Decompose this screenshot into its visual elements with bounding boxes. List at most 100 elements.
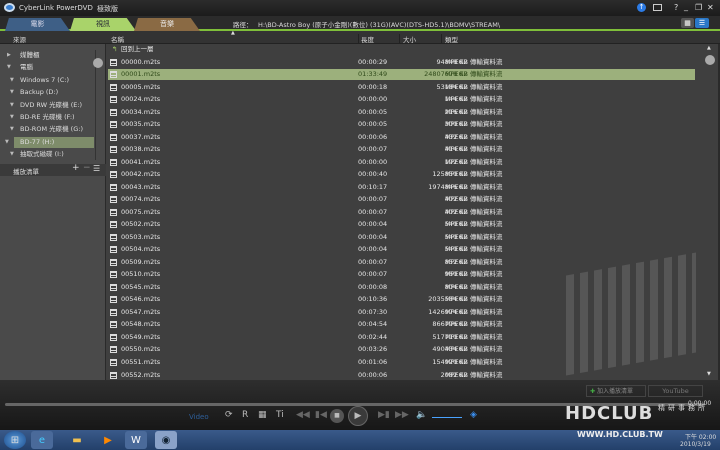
file-row[interactable]: 00024.m2ts 00:00:00 144 KB MPEG2 傳輸資料流 [108, 94, 695, 105]
file-row[interactable]: 00000.m2ts 00:00:29 94848 KB MPEG2 傳輸資料流 [108, 57, 695, 68]
restore-button[interactable]: ❐ [695, 3, 702, 12]
file-row[interactable]: 00503.m2ts 00:00:04 540 KB MPEG2 傳輸資料流 [108, 232, 695, 243]
file-name: 00075.m2ts [121, 207, 161, 216]
volume-icon[interactable]: 🔈 [416, 410, 427, 420]
sidebar-item[interactable]: ▼ BD-RE 光碟機 (F:) [0, 112, 94, 123]
previous-icon[interactable]: ▮◀ [315, 410, 327, 420]
add-to-playlist-button[interactable]: ✚ 加入播放清單 [586, 385, 646, 397]
video-file-icon [110, 246, 117, 254]
scroll-up-icon[interactable]: ▲ [707, 45, 711, 51]
explorer-icon[interactable]: ▬ [66, 431, 88, 449]
file-row[interactable]: 00509.m2ts 00:00:07 852 KB MPEG2 傳輸資料流 [108, 257, 695, 268]
collapse-icon[interactable]: ▼ [5, 137, 9, 148]
file-row[interactable]: 00038.m2ts 00:00:07 414 KB MPEG2 傳輸資料流 [108, 144, 695, 155]
tab-music[interactable]: 音樂 [134, 18, 200, 31]
file-list-scrollbar[interactable]: ▲ ▼ [702, 44, 718, 380]
sidebar-item[interactable]: ▼ BD-ROM 光碟機 (G:) [0, 124, 94, 135]
sidebar-item[interactable]: ▼ BD-77 (H:) [5, 136, 94, 148]
file-length: 00:00:00 [358, 157, 388, 166]
tab-video[interactable]: 視訊 [70, 18, 136, 31]
collapse-icon[interactable]: ▼ [10, 100, 14, 111]
next-icon[interactable]: ▶▮ [378, 410, 390, 420]
collapse-icon[interactable]: ▼ [10, 87, 14, 98]
file-length: 00:02:44 [358, 332, 388, 341]
file-name: 00038.m2ts [121, 145, 161, 154]
file-row[interactable]: 00074.m2ts 00:00:07 402 KB MPEG2 傳輸資料流 [108, 194, 695, 205]
youtube-button[interactable]: YouTube [648, 385, 703, 397]
file-row[interactable]: 00075.m2ts 00:00:07 402 KB MPEG2 傳輸資料流 [108, 207, 695, 218]
file-length: 00:00:07 [358, 207, 388, 216]
eye-icon[interactable]: ◈ [470, 410, 477, 420]
file-row[interactable]: 00001.m2ts 01:33:49 24807678 KB MPEG2 傳輸資料流 [108, 69, 695, 81]
library-tabs: 電影 視訊 音樂 路徑： H:\BD-Astro Boy (原子小金剛)(數位)… [0, 16, 720, 31]
file-row[interactable]: 00552.m2ts 00:00:06 2082 KB MPEG2 傳輸資料流 [108, 370, 695, 381]
collapse-icon[interactable]: ▼ [10, 149, 14, 160]
sidebar-item[interactable]: ▼ 電腦 [0, 62, 94, 73]
grid-view-button[interactable]: ▦ [681, 18, 694, 28]
file-type: MPEG2 傳輸資料流 [445, 345, 503, 354]
settings-icon[interactable]: Ti [276, 410, 284, 420]
fast-forward-icon[interactable]: ▶▶ [395, 410, 409, 420]
collapse-icon[interactable]: ▼ [7, 62, 11, 73]
collapse-icon[interactable]: ▼ [10, 124, 14, 135]
add-playlist-button[interactable]: + [72, 163, 80, 173]
volume-slider[interactable] [432, 417, 462, 418]
up-folder-item[interactable]: ↰ 回到上一層 [108, 44, 695, 55]
grid-menu-icon[interactable]: ▦ [258, 410, 267, 420]
file-row[interactable]: 00041.m2ts 00:00:00 192 KB MPEG2 傳輸資料流 [108, 157, 695, 168]
source-sidebar: ▶ 媒體櫃 ▼ 電腦 ▼ Windows 7 (C:) ▼ Backup (D:) ▼ DVD R… [0, 44, 106, 380]
file-row[interactable]: 00005.m2ts 00:00:18 53184 KB MPEG2 傳輸資料流 [108, 82, 695, 93]
sidebar-item-label: BD-ROM 光碟機 (G:) [20, 125, 83, 134]
tab-movies[interactable]: 電影 [5, 18, 70, 31]
video-file-icon [110, 283, 117, 291]
list-view-button[interactable]: ☰ [695, 18, 709, 28]
col-name[interactable]: 名稱 [111, 34, 124, 44]
video-file-icon [110, 133, 117, 141]
powerdvd-taskbar-icon[interactable]: ◉ [155, 431, 177, 449]
file-length: 00:00:07 [358, 257, 388, 266]
start-button[interactable]: ⊞ [4, 431, 26, 449]
tv-icon[interactable] [653, 4, 662, 11]
file-type: MPEG2 傳輸資料流 [445, 82, 503, 91]
collapse-icon[interactable]: ▼ [10, 112, 14, 123]
collapse-icon[interactable]: ▼ [10, 75, 14, 86]
scroll-down-icon[interactable]: ▼ [707, 371, 711, 377]
sidebar-item[interactable]: ▼ DVD RW 光碟機 (E:) [0, 100, 94, 111]
bookmark-icon[interactable]: R [242, 410, 248, 420]
playlist-menu-button[interactable]: ☰ [93, 164, 100, 173]
expand-icon[interactable]: ▶ [7, 50, 11, 61]
sidebar-item[interactable]: ▼ Backup (D:) [0, 87, 94, 98]
sidebar-item[interactable]: ▶ 媒體櫃 [0, 50, 94, 61]
sidebar-item[interactable]: ▼ Windows 7 (C:) [0, 75, 94, 86]
scroll-thumb[interactable] [705, 55, 715, 65]
file-row[interactable]: 00502.m2ts 00:00:04 540 KB MPEG2 傳輸資料流 [108, 219, 695, 230]
file-row[interactable]: 00037.m2ts 00:00:06 432 KB MPEG2 傳輸資料流 [108, 132, 695, 143]
help-button[interactable]: ? [674, 3, 678, 12]
file-name: 00000.m2ts [121, 57, 161, 66]
file-length: 00:00:40 [358, 170, 388, 179]
sidebar-item-label: 抽取式磁碟 (I:) [20, 150, 64, 159]
sidebar-item-label: DVD RW 光碟機 (E:) [20, 100, 83, 109]
scroll-thumb[interactable] [93, 58, 103, 68]
sidebar-scrollbar[interactable] [93, 50, 103, 160]
file-row[interactable]: 00035.m2ts 00:00:05 300 KB MPEG2 傳輸資料流 [108, 119, 695, 130]
mode-select[interactable]: Video [189, 413, 209, 421]
media-player-icon[interactable]: ▶ [97, 431, 119, 449]
file-row[interactable]: 00034.m2ts 00:00:05 216 KB MPEG2 傳輸資料流 [108, 107, 695, 118]
sidebar-item[interactable]: ▼ 抽取式磁碟 (I:) [0, 149, 94, 160]
clock-date: 2010/3/19 [680, 441, 711, 448]
file-row[interactable]: 00504.m2ts 00:00:04 540 KB MPEG2 傳輸資料流 [108, 244, 695, 255]
minimize-button[interactable]: _ [684, 2, 688, 11]
remove-playlist-button[interactable]: − [83, 163, 91, 173]
word-icon[interactable]: W [125, 431, 147, 449]
rewind-icon[interactable]: ◀◀ [296, 410, 310, 420]
file-type: MPEG2 傳輸資料流 [445, 307, 503, 316]
stop-button[interactable]: ■ [330, 409, 344, 423]
file-row[interactable]: 00043.m2ts 00:10:17 1974846 KB MPEG2 傳輸資料流 [108, 182, 695, 193]
update-icon[interactable]: ↑ [637, 3, 646, 12]
close-button[interactable]: ✕ [707, 3, 714, 12]
play-button[interactable]: ▶ [348, 406, 368, 426]
file-row[interactable]: 00042.m2ts 00:00:40 125850 KB MPEG2 傳輸資料流 [108, 169, 695, 180]
repeat-icon[interactable]: ⟳ [225, 410, 233, 420]
ie-icon[interactable]: e [31, 431, 53, 449]
